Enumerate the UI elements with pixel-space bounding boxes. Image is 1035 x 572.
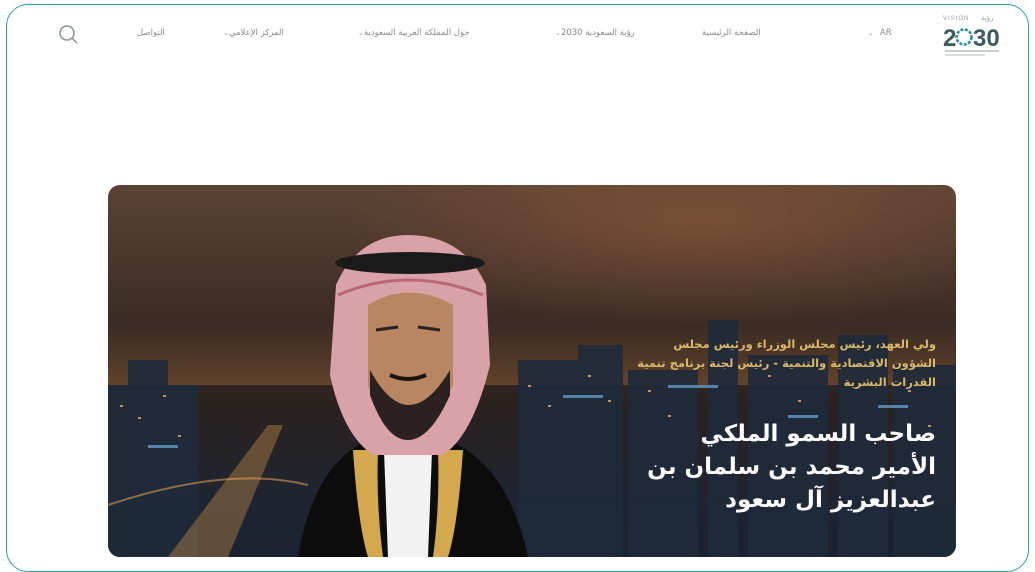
nav-item-vision-2030[interactable]: رؤية السعودية 2030⌄ bbox=[549, 28, 635, 38]
crown-prince-portrait bbox=[298, 235, 528, 557]
svg-text:2: 2 bbox=[943, 25, 956, 50]
hero-text: ولي العهد، رئيس مجلس الوزراء ورئيس مجلس … bbox=[606, 335, 936, 517]
nav-item-about-saudi[interactable]: حول المملكة العربية السعودية⌄ bbox=[352, 28, 470, 38]
svg-text:30: 30 bbox=[973, 25, 1000, 50]
vision-2030-logo[interactable]: VISION رؤية 2 30 bbox=[941, 14, 1003, 56]
language-selector[interactable]: ⌄ AR bbox=[862, 28, 892, 38]
search-icon[interactable] bbox=[57, 23, 79, 45]
nav-item-contact[interactable]: التواصل bbox=[137, 28, 165, 38]
top-navigation: التواصل المركز الإعلامي⌄ حول المملكة الع… bbox=[7, 5, 1028, 67]
logo-arabic-text: رؤية bbox=[981, 14, 994, 22]
nav-links: التواصل المركز الإعلامي⌄ حول المملكة الع… bbox=[117, 22, 937, 46]
logo-tagline bbox=[945, 50, 999, 52]
logo-vision-text: VISION bbox=[943, 16, 970, 22]
nav-item-media-center[interactable]: المركز الإعلامي⌄ bbox=[217, 28, 284, 38]
chevron-down-icon: ⌄ bbox=[868, 29, 874, 37]
browser-frame: التواصل المركز الإعلامي⌄ حول المملكة الع… bbox=[6, 4, 1029, 572]
hero-banner: ولي العهد، رئيس مجلس الوزراء ورئيس مجلس … bbox=[108, 185, 956, 557]
logo-tagline bbox=[945, 54, 985, 56]
hero-title: صاحب السمو الملكي الأمير محمد بن سلمان ب… bbox=[647, 421, 936, 513]
hero-subtitle: ولي العهد، رئيس مجلس الوزراء ورئيس مجلس … bbox=[637, 337, 936, 389]
nav-item-home[interactable]: الصفحة الرئيسية bbox=[702, 28, 761, 38]
